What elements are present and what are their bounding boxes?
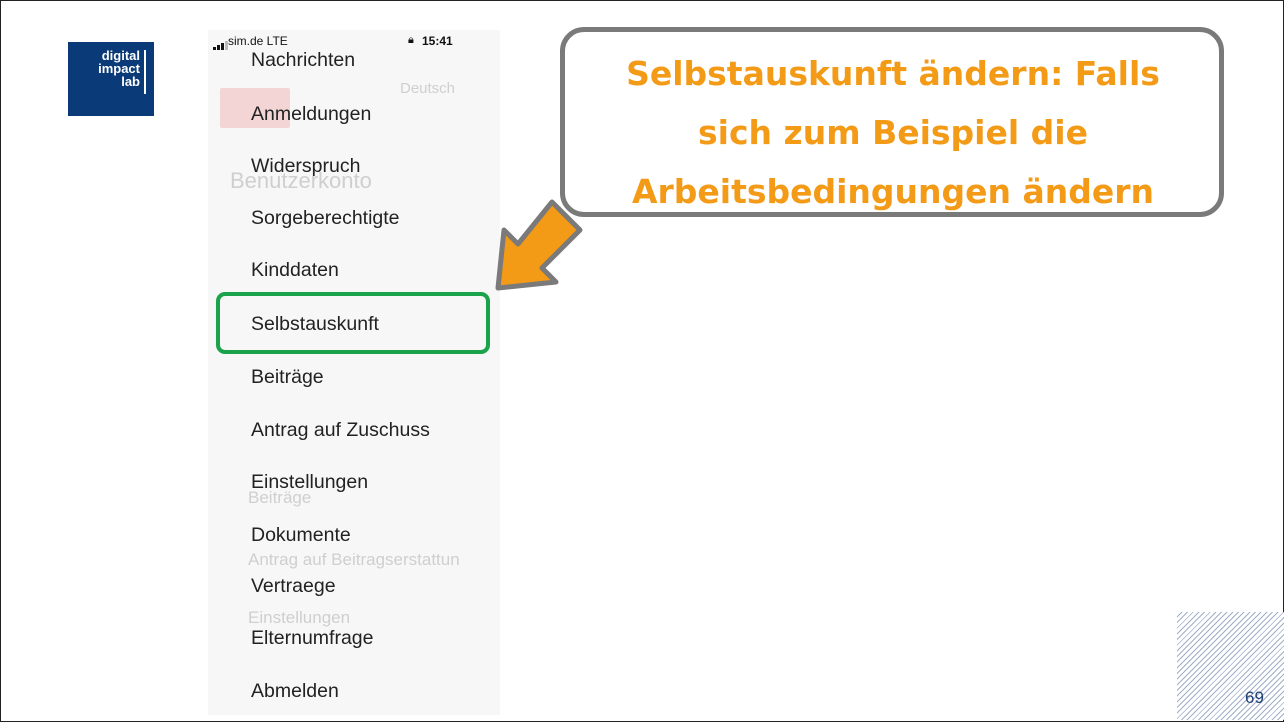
digital-impact-lab-logo: digital impact lab <box>68 42 154 116</box>
ghost-antrag: Antrag auf Beitragserstattun <box>248 550 460 569</box>
menu-item-elternumfrage[interactable]: Elternumfrage <box>251 627 373 650</box>
menu-item-abmelden[interactable]: Abmelden <box>251 680 339 703</box>
selbstauskunft-highlight-box <box>216 292 490 354</box>
carrier-label: sim.de LTE <box>228 34 288 48</box>
menu-item-vertraege[interactable]: Vertraege <box>251 575 336 598</box>
logo-line-3: lab <box>121 74 140 89</box>
lock-icon: 🔒︎ <box>408 34 414 46</box>
callout-line-2: sich zum Beispiel die <box>698 113 1088 152</box>
menu-item-sorgeberechtigte[interactable]: Sorgeberechtigte <box>251 207 400 230</box>
menu-item-dokumente[interactable]: Dokumente <box>251 524 351 547</box>
menu-item-anmeldungen[interactable]: Anmeldungen <box>251 103 371 126</box>
callout-line-3: Arbeitsbedingungen ändern <box>631 172 1155 211</box>
menu-item-einstellungen[interactable]: Einstellungen <box>251 471 368 494</box>
menu-item-nachrichten[interactable]: Nachrichten <box>251 49 355 72</box>
menu-item-beitraege[interactable]: Beiträge <box>251 366 324 389</box>
logo-bar <box>144 50 146 94</box>
signal-icon <box>213 36 229 50</box>
pointer-arrow-icon <box>495 199 583 291</box>
phone-screenshot: Deutsch Benutzerkonto Beiträge Antrag au… <box>208 30 500 715</box>
callout-text: Selbstauskunft ändern: Falls sich zum Be… <box>565 44 1221 221</box>
menu-item-kinddaten[interactable]: Kinddaten <box>251 259 339 282</box>
corner-hatch-decoration <box>1177 612 1284 720</box>
menu-item-widerspruch[interactable]: Widerspruch <box>251 155 360 178</box>
callout-line-1: Selbstauskunft ändern: Falls <box>626 54 1160 93</box>
menu-item-antrag-auf-zuschuss[interactable]: Antrag auf Zuschuss <box>251 419 430 442</box>
ghost-einstellungen: Einstellungen <box>248 608 351 627</box>
ghost-language: Deutsch <box>400 80 456 97</box>
page-number: 69 <box>1245 688 1264 707</box>
status-time: 15:41 <box>422 34 453 48</box>
